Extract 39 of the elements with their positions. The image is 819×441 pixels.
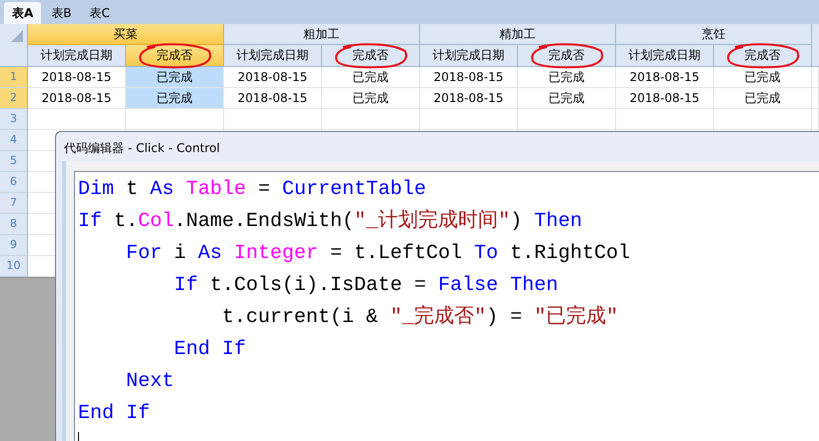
table-cell: 已完成 xyxy=(518,88,616,109)
table-cell: 已完成 xyxy=(126,67,224,88)
table-cell: 2018-08-15 xyxy=(420,88,518,109)
column-header[interactable]: 计划完成日期 xyxy=(616,45,714,66)
code-area[interactable]: Dim t As Table = CurrentTable If t.Col.Name.EndsWith("_计划完成时间") Then For i As Integer = t.LeftCol To t.RightCol If t.Cols(i).IsDate = False Then t.current(i & "_完成否") = "已完成" End If Next End If xyxy=(74,171,819,441)
column-header[interactable]: 完成否 xyxy=(126,45,224,66)
sheet-tab[interactable]: 表A xyxy=(4,2,42,24)
group-header: 烹饪 xyxy=(616,24,812,45)
column-header[interactable]: 完成否 xyxy=(714,45,812,66)
window-title: 代码编辑器 - Click - Control xyxy=(64,140,220,157)
triangle-icon xyxy=(11,30,23,42)
table-cell: 已完成 xyxy=(714,67,812,88)
code-line: If t.Col.Name.EndsWith("_计划完成时间") Then xyxy=(78,208,584,235)
table-cell: 2018-08-15 xyxy=(224,88,322,109)
table-cell: 已完成 xyxy=(126,88,224,109)
group-header: 精加工 xyxy=(420,24,616,45)
code-line: End If xyxy=(173,337,248,363)
code-line: Dim t As Table = CurrentTable xyxy=(78,177,428,203)
sheet-tab[interactable]: 表C xyxy=(82,2,118,24)
table-cell: 2018-08-15 xyxy=(224,67,322,88)
code-line: t.current(i & "_完成否") = "已完成" xyxy=(221,304,620,331)
group-header: 买菜 xyxy=(28,24,224,45)
sheet-tab[interactable]: 表B xyxy=(43,2,80,24)
code-line: Next xyxy=(125,369,176,395)
table-cell: 已完成 xyxy=(714,88,812,109)
column-header[interactable]: 计划完成日期 xyxy=(420,45,518,66)
code-line: For i As Integer = t.LeftCol To t.RightCol xyxy=(125,241,632,267)
group-header: 粗加工 xyxy=(224,24,420,45)
table-cell: 2018-08-15 xyxy=(616,88,714,109)
code-line: End If xyxy=(78,401,152,427)
table-cell: 已完成 xyxy=(322,88,420,109)
column-header[interactable]: 完成否 xyxy=(518,45,616,66)
table-cell: 已完成 xyxy=(518,67,616,88)
column-header[interactable]: 完成否 xyxy=(322,45,420,66)
table-cell: 已完成 xyxy=(322,67,420,88)
table-cell: 2018-08-15 xyxy=(420,67,518,88)
column-header[interactable]: 计划完成日期 xyxy=(224,45,322,66)
code-line: If t.Cols(i).IsDate = False Then xyxy=(173,273,560,299)
table-cell: 2018-08-15 xyxy=(616,67,714,88)
